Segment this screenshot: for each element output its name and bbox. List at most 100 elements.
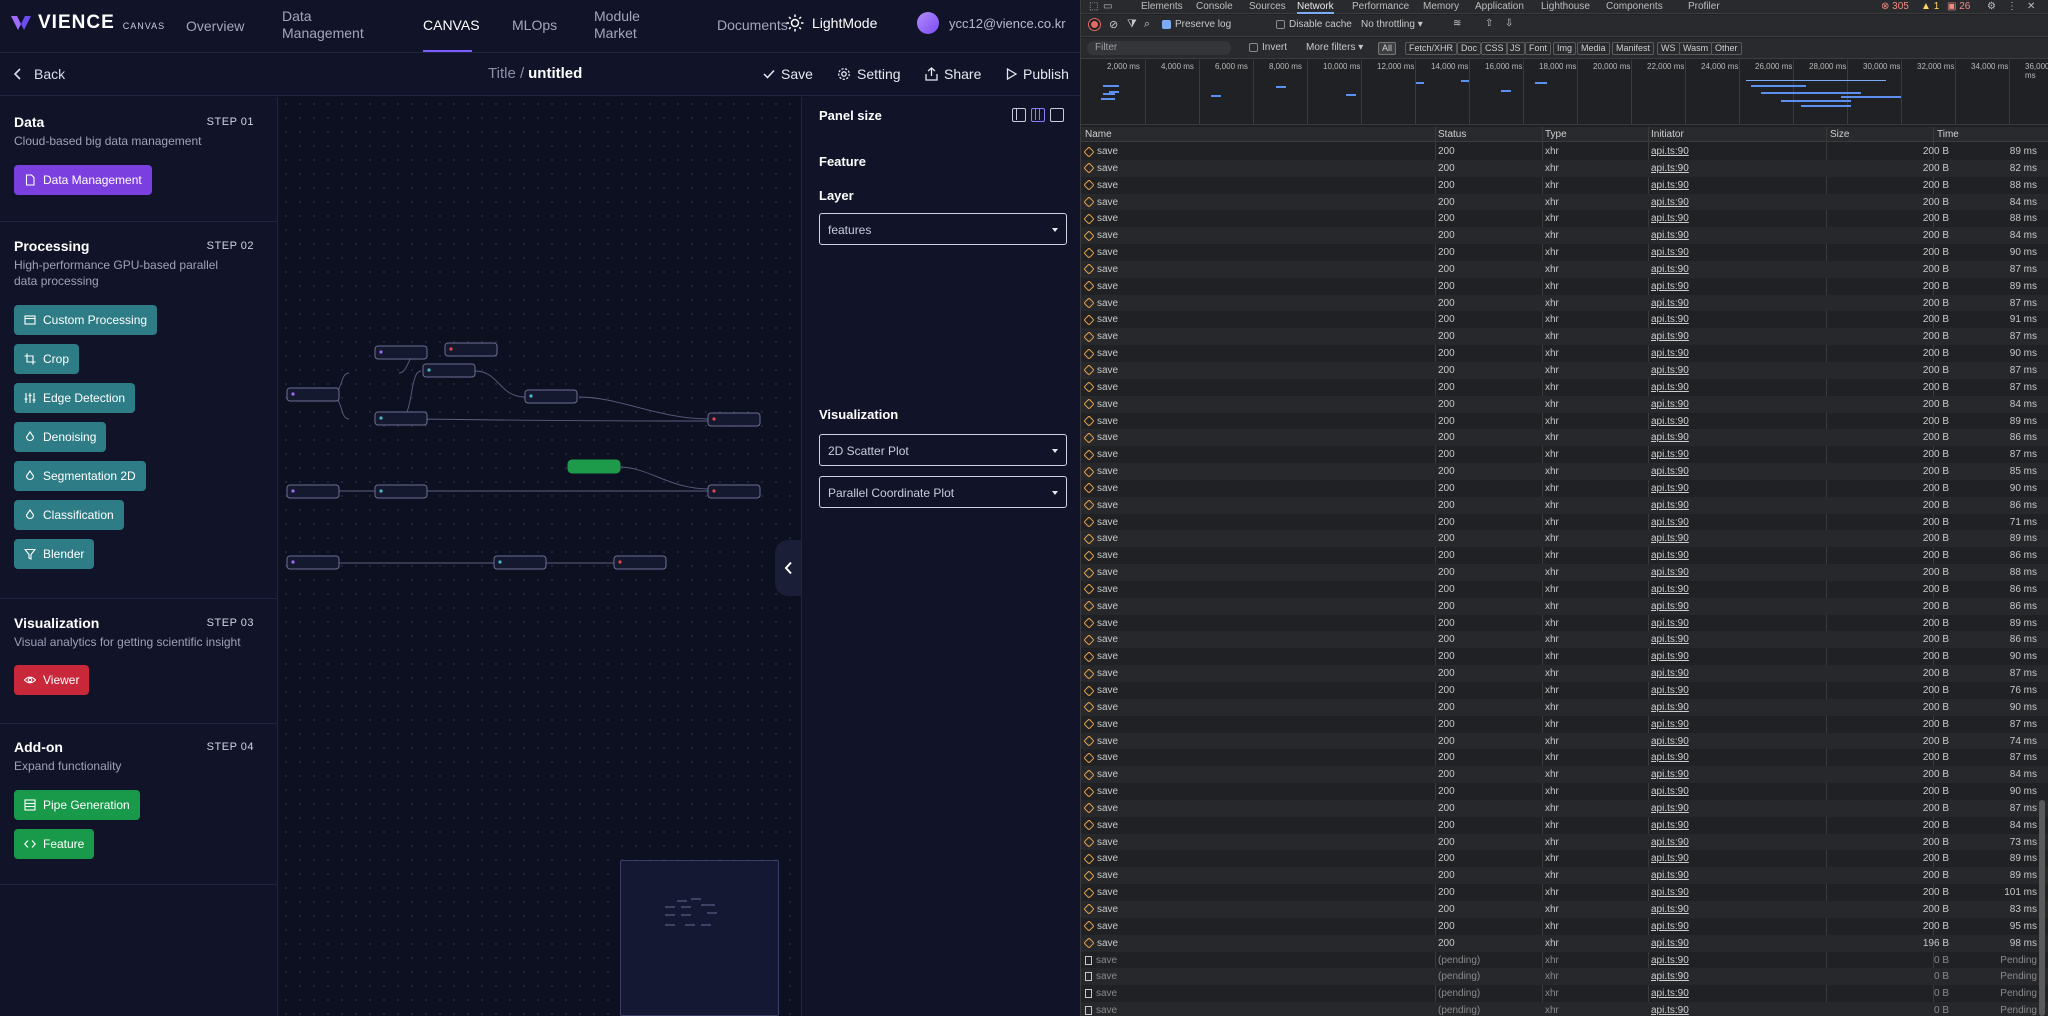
request-name[interactable]: save bbox=[1083, 615, 1118, 632]
node[interactable] bbox=[374, 484, 428, 499]
tab-network[interactable]: Network bbox=[1297, 1, 1334, 14]
request-initiator-link[interactable]: api.ts:90 bbox=[1651, 783, 1689, 800]
request-name[interactable]: save bbox=[1083, 699, 1118, 716]
tab-application[interactable]: Application bbox=[1475, 1, 1524, 12]
node[interactable] bbox=[707, 484, 761, 499]
classification-button[interactable]: Classification bbox=[14, 500, 124, 530]
request-name[interactable]: save bbox=[1083, 800, 1118, 817]
table-row[interactable]: save 200 xhr api.ts:90 200 B 88 ms bbox=[1081, 177, 2048, 194]
table-row[interactable]: save 200 xhr api.ts:90 200 B 76 ms bbox=[1081, 682, 2048, 699]
table-row[interactable]: save 200 xhr api.ts:90 200 B 86 ms bbox=[1081, 429, 2048, 447]
request-name[interactable]: save bbox=[1083, 935, 1118, 952]
request-name[interactable]: save bbox=[1083, 278, 1118, 295]
request-name[interactable]: save bbox=[1083, 379, 1118, 396]
table-row[interactable]: save 200 xhr api.ts:90 200 B 84 ms bbox=[1081, 766, 2048, 784]
col-initiator[interactable]: Initiator bbox=[1651, 129, 1684, 140]
tab-elements[interactable]: Elements bbox=[1141, 1, 1183, 12]
table-row[interactable]: save 200 xhr api.ts:90 200 B 88 ms bbox=[1081, 564, 2048, 581]
table-row[interactable]: save 200 xhr api.ts:90 196 B 98 ms bbox=[1081, 934, 2048, 952]
nav-overview[interactable]: Overview bbox=[186, 18, 244, 35]
table-row[interactable]: save 200 xhr api.ts:90 200 B 90 ms bbox=[1081, 345, 2048, 362]
node[interactable] bbox=[444, 342, 498, 357]
table-row[interactable]: save 200 xhr api.ts:90 200 B 83 ms bbox=[1081, 900, 2048, 918]
request-name[interactable]: save bbox=[1083, 446, 1118, 463]
node[interactable] bbox=[286, 555, 340, 570]
close-icon[interactable]: ✕ bbox=[2027, 1, 2035, 12]
node[interactable] bbox=[286, 387, 340, 402]
node[interactable] bbox=[286, 484, 340, 499]
request-name[interactable]: save bbox=[1083, 210, 1118, 227]
table-row[interactable]: save 200 xhr api.ts:90 200 B 89 ms bbox=[1081, 278, 2048, 295]
request-name[interactable]: save bbox=[1083, 901, 1118, 918]
table-row[interactable]: save 200 xhr api.ts:90 200 B 86 ms bbox=[1081, 597, 2048, 615]
request-initiator-link[interactable]: api.ts:90 bbox=[1651, 1002, 1689, 1016]
node[interactable] bbox=[613, 555, 667, 570]
table-row[interactable]: save 200 xhr api.ts:90 200 B 73 ms bbox=[1081, 833, 2048, 851]
request-name[interactable]: save bbox=[1083, 530, 1118, 547]
edge-detection-button[interactable]: Edge Detection bbox=[14, 383, 136, 413]
chip-doc[interactable]: Doc bbox=[1457, 42, 1482, 55]
request-name[interactable]: save bbox=[1083, 362, 1118, 379]
upload-icon[interactable]: ⇧ bbox=[1485, 18, 1493, 29]
panel-size-center-icon[interactable] bbox=[1031, 108, 1045, 122]
warning-count[interactable]: ▲ 1 bbox=[1921, 1, 1939, 12]
table-row[interactable]: save 200 xhr api.ts:90 200 B 95 ms bbox=[1081, 918, 2048, 935]
network-timeline-overview[interactable]: 2,000 ms 4,000 ms 6,000 ms 8,000 ms 10,000 m… bbox=[1081, 60, 2048, 125]
disable-cache-checkbox[interactable] bbox=[1276, 20, 1285, 29]
request-initiator-link[interactable]: api.ts:90 bbox=[1651, 345, 1689, 362]
table-row[interactable]: save 200 xhr api.ts:90 200 B 91 ms bbox=[1081, 311, 2048, 328]
request-initiator-link[interactable]: api.ts:90 bbox=[1651, 564, 1689, 581]
request-name[interactable]: save bbox=[1083, 328, 1118, 345]
request-name[interactable]: save bbox=[1083, 413, 1118, 430]
request-initiator-link[interactable]: api.ts:90 bbox=[1651, 631, 1689, 648]
inspect-icon[interactable]: ⬚ bbox=[1089, 1, 1098, 12]
table-row[interactable]: save 200 xhr api.ts:90 200 B 82 ms bbox=[1081, 159, 2048, 177]
nav-canvas[interactable]: CANVAS bbox=[423, 17, 480, 34]
request-name[interactable]: save bbox=[1083, 918, 1118, 935]
request-initiator-link[interactable]: api.ts:90 bbox=[1651, 362, 1689, 379]
request-name[interactable]: save bbox=[1083, 143, 1118, 160]
request-initiator-link[interactable]: api.ts:90 bbox=[1651, 648, 1689, 665]
request-initiator-link[interactable]: api.ts:90 bbox=[1651, 749, 1689, 766]
tab-lighthouse[interactable]: Lighthouse bbox=[1541, 1, 1590, 12]
request-initiator-link[interactable]: api.ts:90 bbox=[1651, 396, 1689, 413]
pipe-generation-button[interactable]: Pipe Generation bbox=[14, 790, 140, 820]
invert-checkbox[interactable] bbox=[1249, 43, 1258, 52]
request-initiator-link[interactable]: api.ts:90 bbox=[1651, 328, 1689, 345]
more-icon[interactable]: ⋮ bbox=[2007, 1, 2017, 12]
chip-js[interactable]: JS bbox=[1506, 42, 1525, 55]
record-icon[interactable] bbox=[1089, 19, 1100, 30]
chip-all[interactable]: All bbox=[1378, 42, 1397, 55]
nav-module-market[interactable]: Module Market bbox=[594, 8, 654, 42]
chip-fetch-xhr[interactable]: Fetch/XHR bbox=[1405, 42, 1458, 55]
request-name[interactable]: save bbox=[1085, 952, 1117, 969]
network-request-list[interactable]: save 200 xhr api.ts:90 200 B 89 ms save 200 xhr a… bbox=[1081, 143, 2048, 1016]
more-filters-dropdown[interactable]: More filters ▾ bbox=[1306, 42, 1363, 53]
request-initiator-link[interactable]: api.ts:90 bbox=[1651, 952, 1689, 969]
request-initiator-link[interactable]: api.ts:90 bbox=[1651, 413, 1689, 430]
request-name[interactable]: save bbox=[1083, 311, 1118, 328]
request-name[interactable]: save bbox=[1083, 581, 1118, 598]
request-name[interactable]: save bbox=[1083, 194, 1118, 211]
request-initiator-link[interactable]: api.ts:90 bbox=[1651, 834, 1689, 851]
request-initiator-link[interactable]: api.ts:90 bbox=[1651, 160, 1689, 177]
request-name[interactable]: save bbox=[1083, 227, 1118, 244]
table-row[interactable]: save 200 xhr api.ts:90 200 B 84 ms bbox=[1081, 193, 2048, 211]
panel-size-full-icon[interactable] bbox=[1050, 108, 1064, 122]
theme-toggle[interactable]: LightMode bbox=[786, 14, 877, 32]
request-name[interactable]: save bbox=[1085, 985, 1117, 1002]
request-initiator-link[interactable]: api.ts:90 bbox=[1651, 665, 1689, 682]
tab-performance[interactable]: Performance bbox=[1352, 1, 1409, 12]
table-row[interactable]: save 200 xhr api.ts:90 200 B 71 ms bbox=[1081, 514, 2048, 531]
chip-media[interactable]: Media bbox=[1577, 42, 1610, 55]
logo[interactable]: VIENCE CANVAS bbox=[10, 12, 165, 34]
table-row[interactable]: save 200 xhr api.ts:90 200 B 85 ms bbox=[1081, 463, 2048, 480]
chip-manifest[interactable]: Manifest bbox=[1612, 42, 1655, 55]
visualization-select-2[interactable]: Parallel Coordinate Plot bbox=[819, 476, 1067, 508]
setting-button[interactable]: Setting bbox=[837, 66, 901, 82]
canvas-minimap[interactable] bbox=[620, 860, 779, 1016]
data-management-button[interactable]: Data Management bbox=[14, 165, 152, 195]
table-row[interactable]: save 200 xhr api.ts:90 200 B 89 ms bbox=[1081, 615, 2048, 632]
save-button[interactable]: Save bbox=[763, 66, 813, 82]
request-name[interactable]: save bbox=[1083, 834, 1118, 851]
